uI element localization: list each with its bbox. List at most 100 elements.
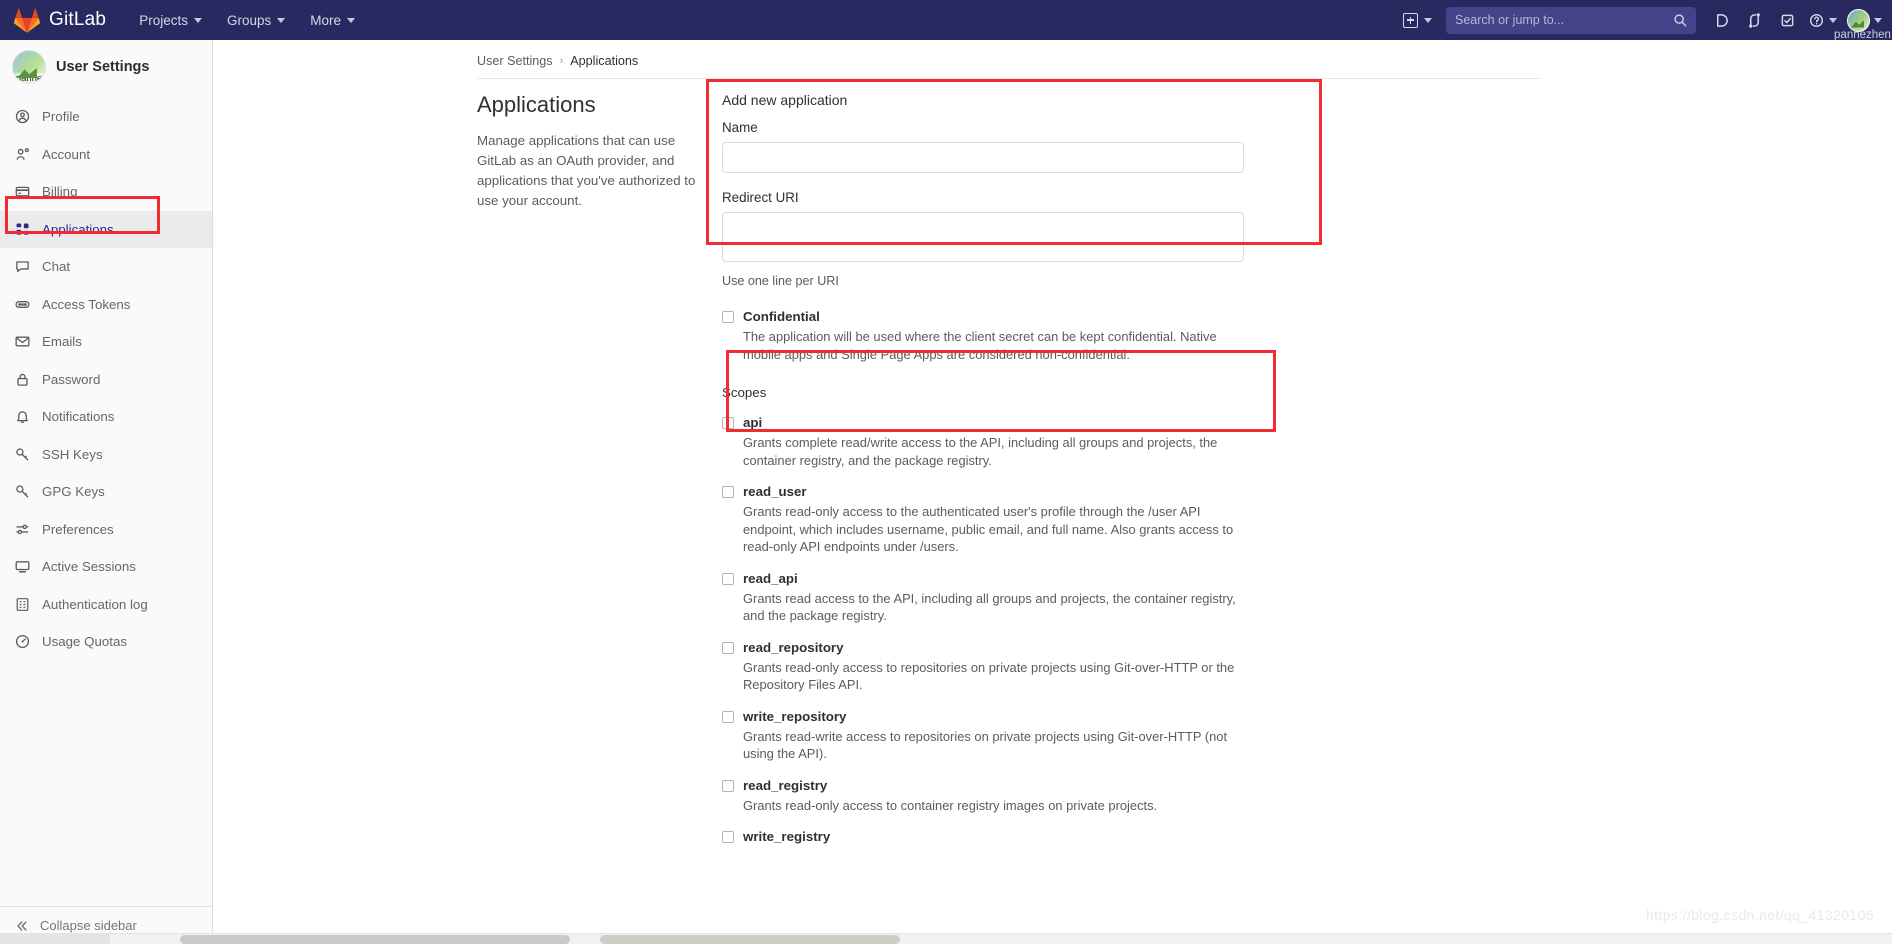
create-new-button[interactable]: [1395, 6, 1440, 35]
monitor-icon: [14, 559, 30, 575]
breadcrumb-separator-icon: ›: [559, 55, 564, 67]
sidebar-item-password[interactable]: Password: [0, 361, 212, 399]
sidebar-item-label: SSH Keys: [42, 446, 103, 462]
top-navbar: GitLab Projects Groups More Search or ju…: [0, 0, 1892, 41]
nav-projects[interactable]: Projects: [128, 4, 213, 37]
envelope-icon: [14, 334, 30, 350]
scope-checkbox-read-api[interactable]: [722, 572, 734, 585]
sidebar-item-access-tokens[interactable]: Access Tokens: [0, 286, 212, 324]
sidebar-item-emails[interactable]: Emails: [0, 323, 212, 361]
sliders-icon: [14, 521, 30, 537]
scope-row-api: api Grants complete read/write access to…: [722, 414, 1282, 469]
sidebar-item-account[interactable]: Account: [0, 136, 212, 174]
scope-checkbox-read-repository[interactable]: [722, 641, 734, 654]
confidential-checkbox-row: Confidential The application will be use…: [722, 308, 1282, 363]
scope-description: Grants complete read/write access to the…: [743, 435, 1218, 468]
collapse-sidebar-label: Collapse sidebar: [40, 918, 137, 933]
scrollbar-thumb-secondary[interactable]: [600, 935, 900, 944]
settings-section: Applications Manage applications that ca…: [214, 79, 1892, 845]
search-input[interactable]: [1455, 13, 1673, 27]
form-heading: Add new application: [722, 92, 848, 108]
bell-icon: [14, 409, 30, 425]
avatar: panhe: [12, 50, 46, 84]
scope-checkbox-read-registry[interactable]: [722, 779, 734, 792]
issues-icon[interactable]: [1706, 5, 1737, 36]
sidebar-item-label: Authentication log: [42, 596, 148, 612]
scope-description: Grants read-only access to the authentic…: [743, 504, 1234, 554]
sidebar-item-label: Preferences: [42, 521, 114, 537]
sidebar-item-chat[interactable]: Chat: [0, 248, 212, 286]
lock-icon: [14, 371, 30, 387]
search-icon: [1673, 13, 1687, 27]
nav-more[interactable]: More: [299, 4, 366, 37]
sidebar-item-label: Access Tokens: [42, 296, 131, 312]
sidebar-item-label: Billing: [42, 184, 78, 200]
sidebar-title: User Settings: [56, 59, 150, 75]
confidential-description: The application will be used where the c…: [743, 329, 1217, 362]
scrollbar-thumb[interactable]: [180, 935, 570, 944]
watermark: https://blog.csdn.net/qq_41320105: [1645, 907, 1874, 923]
scopes-label: Scopes: [722, 385, 767, 400]
sidebar-item-active-sessions[interactable]: Active Sessions: [0, 548, 212, 586]
sidebar-item-applications[interactable]: Applications: [0, 210, 212, 248]
sidebar-item-usage-quotas[interactable]: Usage Quotas: [0, 623, 212, 661]
redirect-uri-field-label: Redirect URI: [722, 190, 799, 205]
sidebar-item-label: Chat: [42, 259, 71, 275]
primary-nav: Projects Groups More: [128, 4, 366, 37]
list-grid-icon: [14, 596, 30, 612]
merge-requests-icon[interactable]: [1739, 5, 1770, 36]
scope-row-read-api: read_api Grants read access to the API, …: [722, 570, 1282, 625]
sidebar-item-ssh-keys[interactable]: SSH Keys: [0, 436, 212, 474]
sidebar-item-billing[interactable]: Billing: [0, 173, 212, 211]
sidebar-item-profile[interactable]: Profile: [0, 98, 212, 136]
sidebar-item-label: Active Sessions: [42, 559, 136, 575]
token-pill-icon: [14, 296, 30, 312]
key-icon: [14, 484, 30, 500]
sidebar-item-gpg-keys[interactable]: GPG Keys: [0, 473, 212, 511]
chevron-down-icon: [1829, 17, 1837, 23]
sidebar-item-notifications[interactable]: Notifications: [0, 398, 212, 436]
chevron-down-icon: [277, 17, 286, 23]
credit-card-icon: [14, 184, 30, 200]
scope-row-read-registry: read_registry Grants read-only access to…: [722, 777, 1282, 815]
nav-groups[interactable]: Groups: [216, 4, 296, 37]
page-description: Manage applications that can use GitLab …: [477, 133, 696, 208]
scope-checkbox-write-repository[interactable]: [722, 710, 734, 723]
quota-meter-icon: [14, 634, 30, 650]
sidebar-item-label: GPG Keys: [42, 484, 105, 500]
gitlab-home-link[interactable]: GitLab: [0, 8, 106, 33]
sidebar-item-authentication-log[interactable]: Authentication log: [0, 586, 212, 624]
scope-checkbox-api[interactable]: [722, 417, 734, 429]
scope-row-write-registry: write_registry: [722, 828, 1282, 845]
nav-projects-label: Projects: [139, 12, 188, 28]
sidebar-header: panhe User Settings: [0, 40, 212, 96]
double-chevron-left-icon: [14, 918, 30, 934]
chevron-down-icon: [347, 17, 356, 23]
redirect-uri-input[interactable]: [722, 212, 1244, 262]
key-icon: [14, 446, 30, 462]
horizontal-scrollbar[interactable]: [0, 933, 1892, 944]
left-sidebar: panhe User Settings Profile Account Bill…: [0, 40, 213, 944]
scope-checkbox-read-user[interactable]: [722, 486, 734, 498]
nav-groups-label: Groups: [226, 12, 272, 28]
sidebar-item-label: Notifications: [42, 409, 115, 425]
settings-description-col: Applications Manage applications that ca…: [477, 92, 722, 845]
scope-name: write_repository: [743, 708, 847, 724]
todos-icon[interactable]: [1772, 5, 1803, 36]
name-input[interactable]: [722, 142, 1244, 173]
chevron-down-icon: [193, 17, 202, 23]
global-search[interactable]: [1446, 6, 1696, 34]
add-application-form: Add new application Name Redirect URI Us…: [722, 92, 1282, 845]
sidebar-item-label: Emails: [42, 334, 82, 350]
user-menu[interactable]: panhezhen: [1834, 8, 1891, 41]
sidebar-item-label: Account: [42, 146, 91, 162]
avatar-caption: panhe: [13, 73, 45, 83]
sidebar-item-preferences[interactable]: Preferences: [0, 511, 212, 549]
scope-checkbox-write-registry[interactable]: [722, 831, 734, 843]
sidebar-item-label: Password: [42, 371, 101, 387]
scope-name: api: [743, 415, 763, 430]
confidential-label: Confidential: [743, 309, 820, 324]
breadcrumb-parent[interactable]: User Settings: [477, 54, 553, 68]
confidential-checkbox[interactable]: [722, 311, 734, 323]
chevron-down-icon: [1424, 17, 1432, 23]
